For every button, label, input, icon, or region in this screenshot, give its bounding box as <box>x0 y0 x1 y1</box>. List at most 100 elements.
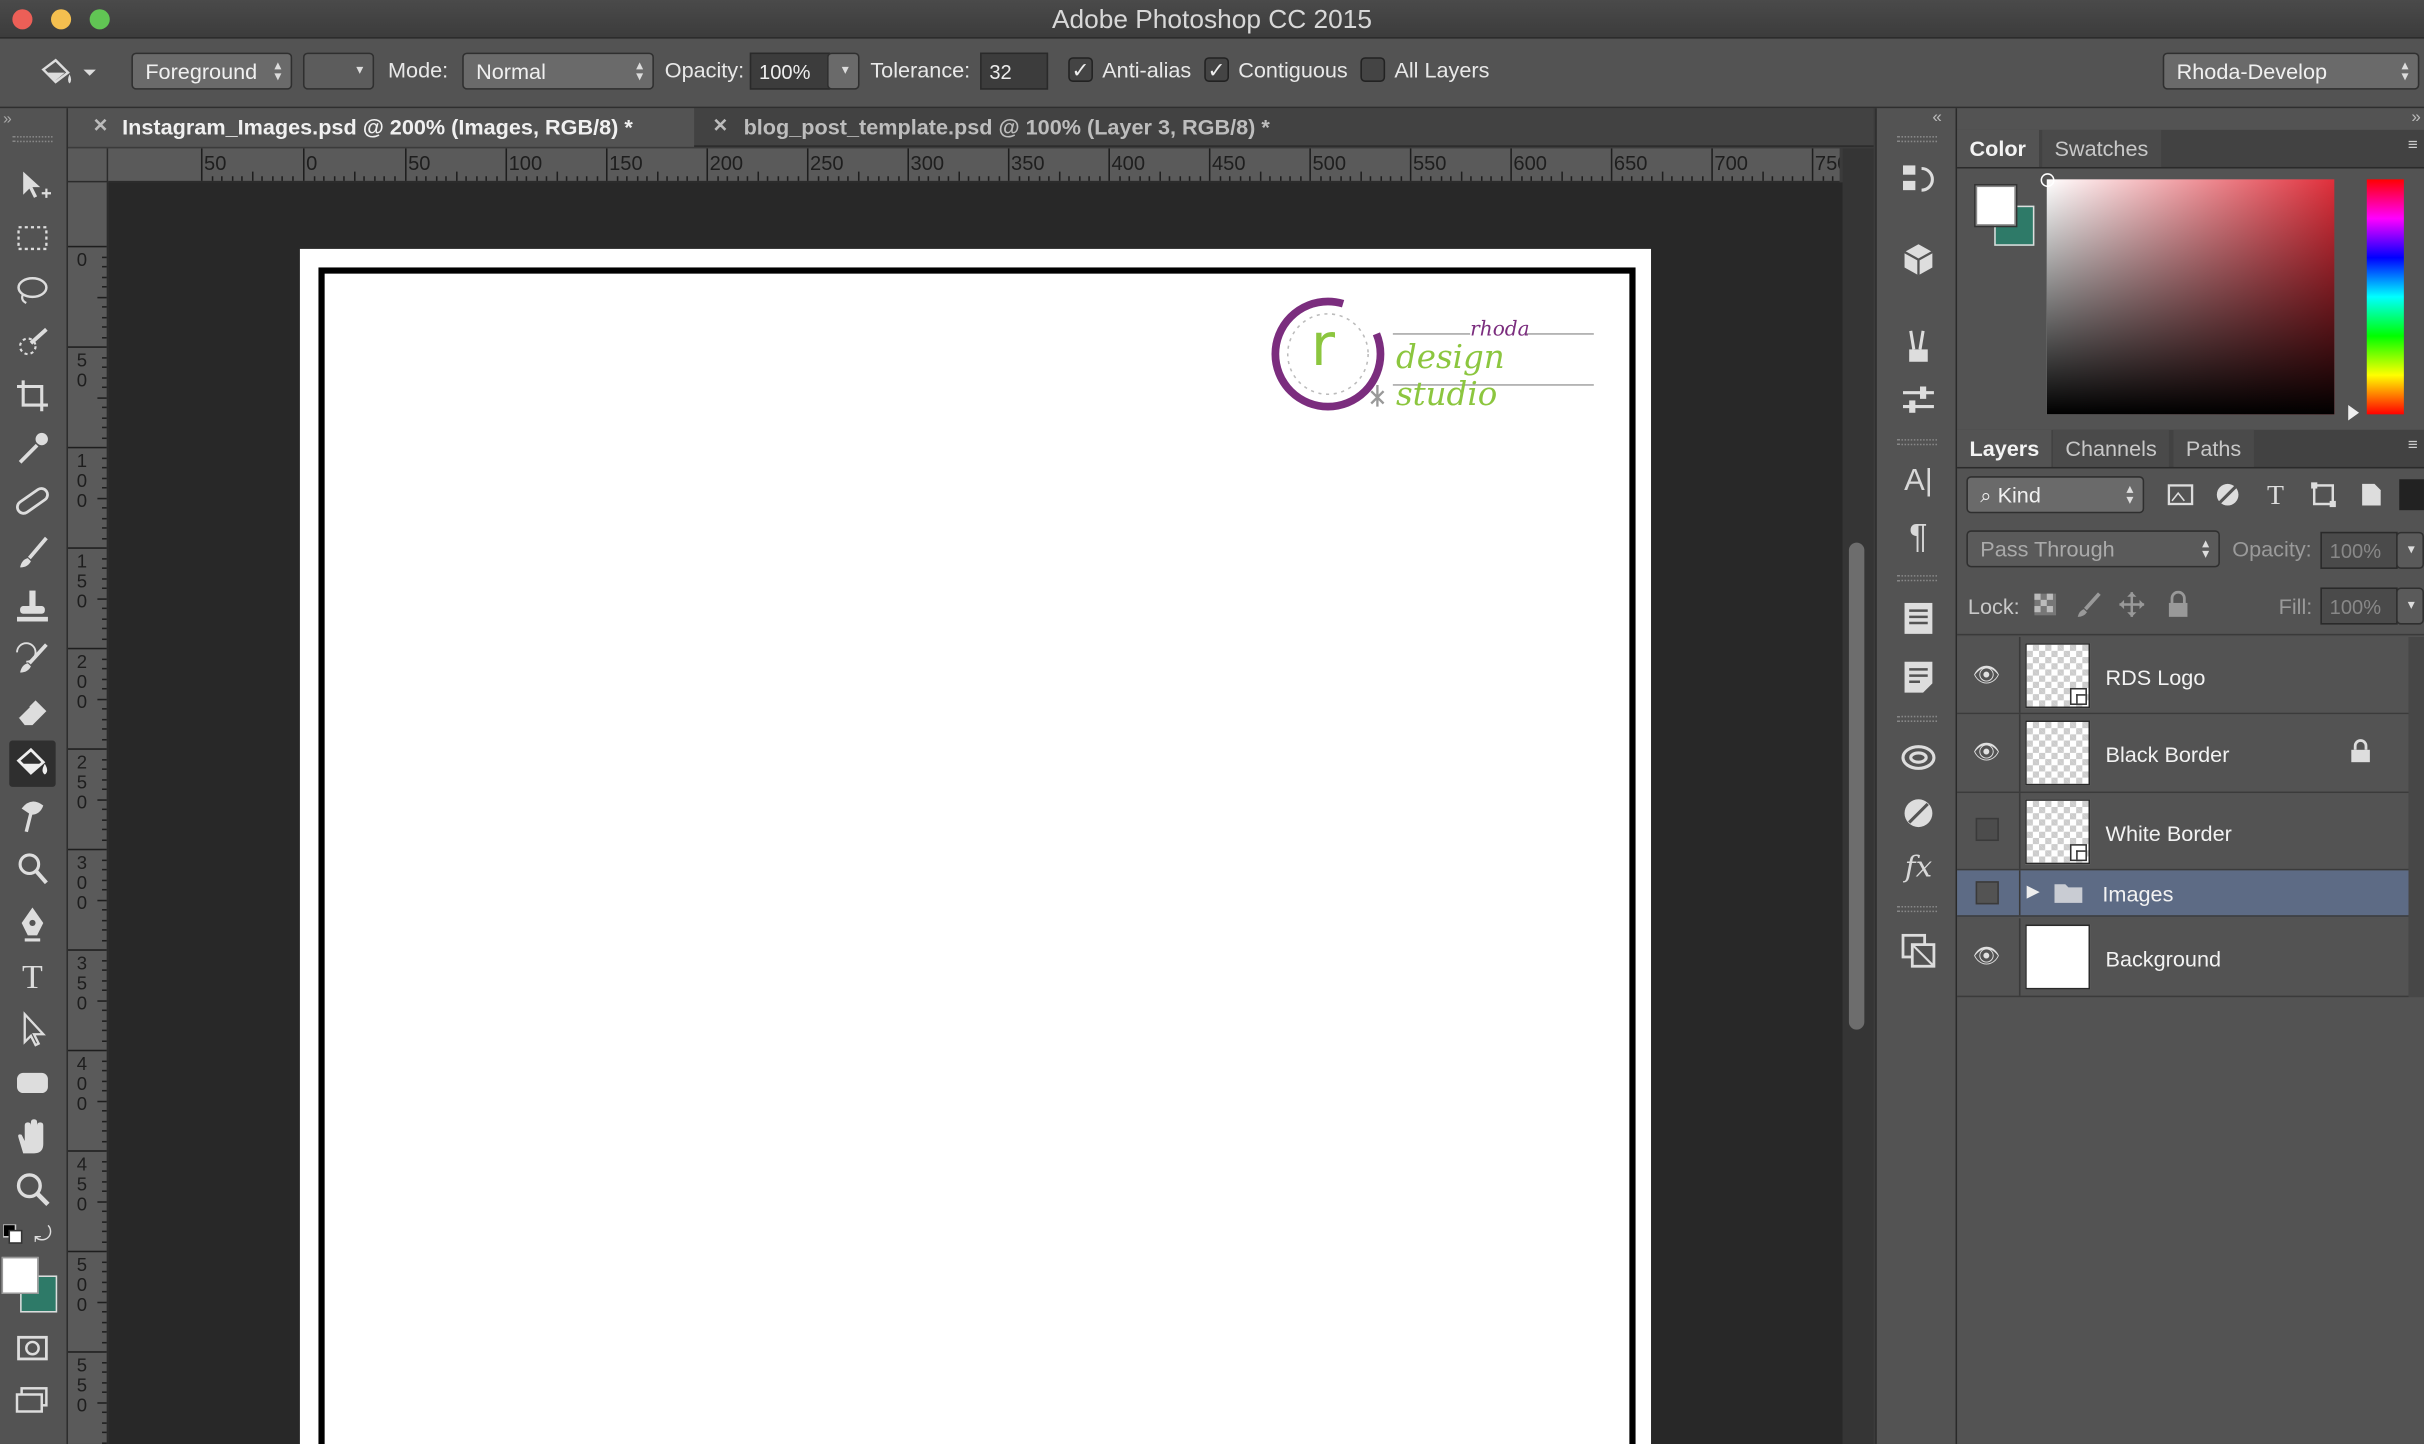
dock-grip[interactable] <box>1896 715 1938 722</box>
horizontal-ruler[interactable]: 1005005010015020025030035040045050055060… <box>108 148 1840 183</box>
pen-tool-icon[interactable] <box>9 901 55 947</box>
layer-name[interactable]: Background <box>2106 946 2222 971</box>
tolerance-input[interactable]: 32 <box>980 52 1049 90</box>
eye-icon[interactable]: 👁 <box>1973 662 2001 690</box>
vertical-scrollbar[interactable] <box>1842 148 1874 1444</box>
toolbar-grip[interactable] <box>12 136 53 143</box>
adjustments-sliders-icon[interactable] <box>1898 380 1938 420</box>
collapse-panels-icon[interactable]: » <box>2411 108 2420 127</box>
workspace-select[interactable]: Rhoda-Develop ▴ ▾ <box>2162 52 2420 90</box>
layer-row-rds-logo[interactable]: 👁 RDS Logo <box>1957 636 2409 715</box>
tab-layers[interactable]: Layers <box>1957 429 2052 467</box>
all-layers-checkbox[interactable] <box>1360 57 1386 82</box>
quick-select-tool-icon[interactable] <box>9 320 55 366</box>
shape-tool-icon[interactable] <box>9 1059 55 1105</box>
blend-mode-select[interactable]: Pass Through ▴ ▾ <box>1966 530 2220 568</box>
canvas-area[interactable]: r rhoda design studio <box>108 182 1843 1444</box>
tab-instagram-images[interactable]: ✕ Instagram_Images.psd @ 200% (Images, R… <box>68 108 695 147</box>
mode-select[interactable]: Normal ▴ ▾ <box>462 52 654 90</box>
hue-slider[interactable] <box>2366 179 2404 415</box>
dock-grip[interactable] <box>1896 439 1938 446</box>
tab-blog-post-template[interactable]: ✕ blog_post_template.psd @ 100% (Layer 3… <box>694 108 1343 147</box>
character-panel-icon[interactable]: A| <box>1898 461 1938 501</box>
layer-name[interactable]: Black Border <box>2106 742 2230 767</box>
history-panel-icon[interactable] <box>1898 159 1938 199</box>
adjustments-panel-icon[interactable] <box>1898 793 1938 833</box>
fill-source-select[interactable]: Foreground ▴ ▾ <box>131 52 293 90</box>
path-selection-tool-icon[interactable] <box>9 1006 55 1052</box>
layer-thumbnail[interactable] <box>2025 643 2091 709</box>
panel-menu-icon[interactable]: ≡ <box>2408 436 2418 455</box>
layer-name[interactable]: RDS Logo <box>2106 665 2206 690</box>
panel-menu-icon[interactable]: ≡ <box>2408 136 2418 155</box>
filter-adjustment-icon[interactable] <box>2212 479 2243 510</box>
layer-name[interactable]: White Border <box>2106 821 2232 846</box>
dock-grip[interactable] <box>1896 575 1938 582</box>
contiguous-checkbox[interactable]: ✓ <box>1204 57 1229 82</box>
swap-colors-icon[interactable]: ⤾ <box>34 1221 52 1247</box>
layer-name[interactable]: Images <box>2102 881 2173 906</box>
close-tab-icon[interactable]: ✕ <box>713 114 729 136</box>
eye-icon[interactable]: 👁 <box>1973 943 2001 971</box>
visibility-toggle-off[interactable] <box>1975 881 1999 905</box>
hue-slider-handle[interactable] <box>2348 405 2360 421</box>
collapse-dock-icon[interactable]: « <box>1932 108 1941 127</box>
color-foreground-swatch[interactable] <box>1974 183 2018 228</box>
tab-paths[interactable]: Paths <box>2173 429 2254 467</box>
tab-color[interactable]: Color <box>1957 129 2039 167</box>
marquee-tool-icon[interactable] <box>9 215 55 261</box>
vertical-ruler[interactable]: 0 50 100 150 200 250 300 350 400 450 500 550 <box>68 182 109 1444</box>
close-tab-icon[interactable]: ✕ <box>93 114 109 136</box>
brushes-panel-icon[interactable] <box>1898 325 1938 365</box>
dodge-tool-icon[interactable] <box>9 846 55 892</box>
brush-tool-icon[interactable] <box>9 530 55 576</box>
clone-stamp-tool-icon[interactable] <box>9 583 55 629</box>
color-field[interactable] <box>2040 173 2335 415</box>
layer-row-white-border[interactable]: White Border <box>1957 793 2409 871</box>
lock-all-icon[interactable] <box>2164 590 2192 619</box>
paragraph-panel-icon[interactable]: ¶ <box>1898 516 1938 556</box>
color-picker-handle[interactable] <box>2040 173 2055 188</box>
lock-image-pixels-icon[interactable] <box>2075 591 2103 619</box>
dock-grip[interactable] <box>1896 905 1938 913</box>
tool-preset-picker[interactable] <box>37 54 102 91</box>
expand-group-arrow-icon[interactable]: ▶ <box>2027 881 2040 902</box>
dock-grip[interactable] <box>1896 136 1938 143</box>
ruler-origin[interactable] <box>68 148 109 183</box>
layer-opacity-input[interactable]: 100% <box>2320 531 2398 569</box>
tab-swatches[interactable]: Swatches <box>2042 129 2161 167</box>
zoom-tool-icon[interactable] <box>9 1167 55 1213</box>
anti-alias-checkbox[interactable]: ✓ <box>1068 57 1093 82</box>
layer-row-images[interactable]: ▶ Images <box>1957 870 2409 917</box>
crop-tool-icon[interactable] <box>9 373 55 419</box>
eyedropper-tool-icon[interactable] <box>9 425 55 471</box>
filter-smart-object-icon[interactable] <box>2356 479 2387 510</box>
foreground-color-swatch[interactable] <box>1 1256 39 1295</box>
screen-mode-icon[interactable] <box>9 1376 55 1422</box>
fill-slider-toggle[interactable]: ▾ <box>2396 587 2424 625</box>
3d-panel-icon[interactable] <box>1898 240 1938 280</box>
filter-pixel-icon[interactable] <box>2166 479 2197 510</box>
libraries-panel-icon[interactable] <box>1898 737 1938 777</box>
layer-filter-select[interactable]: ⌕ Kind ▴ ▾ <box>1966 476 2145 514</box>
type-tool-icon[interactable]: T <box>9 954 55 1000</box>
styles-panel-icon[interactable]: fx <box>1898 847 1938 887</box>
filter-type-icon[interactable]: T <box>2260 479 2291 510</box>
lock-position-icon[interactable] <box>2118 591 2146 619</box>
paint-bucket-tool-icon[interactable] <box>9 740 56 787</box>
default-colors-icon[interactable] <box>2 1223 25 1246</box>
properties-panel-icon[interactable] <box>1898 598 1938 638</box>
layer-row-black-border[interactable]: 👁 Black Border <box>1957 714 2409 794</box>
layer-comps-panel-icon[interactable] <box>1898 931 1938 971</box>
layers-scrollbar[interactable] <box>2408 636 2424 998</box>
scrollbar-thumb[interactable] <box>1848 542 1865 1030</box>
healing-brush-tool-icon[interactable] <box>9 478 55 524</box>
move-tool-icon[interactable] <box>9 162 55 208</box>
smudge-tool-icon[interactable] <box>9 793 55 839</box>
layer-thumbnail[interactable] <box>2025 720 2091 786</box>
history-brush-tool-icon[interactable] <box>9 635 55 681</box>
layer-thumbnail[interactable] <box>2025 924 2091 990</box>
eye-icon[interactable]: 👁 <box>1973 739 2001 767</box>
quick-mask-icon[interactable] <box>9 1325 55 1371</box>
lasso-tool-icon[interactable] <box>9 267 55 313</box>
